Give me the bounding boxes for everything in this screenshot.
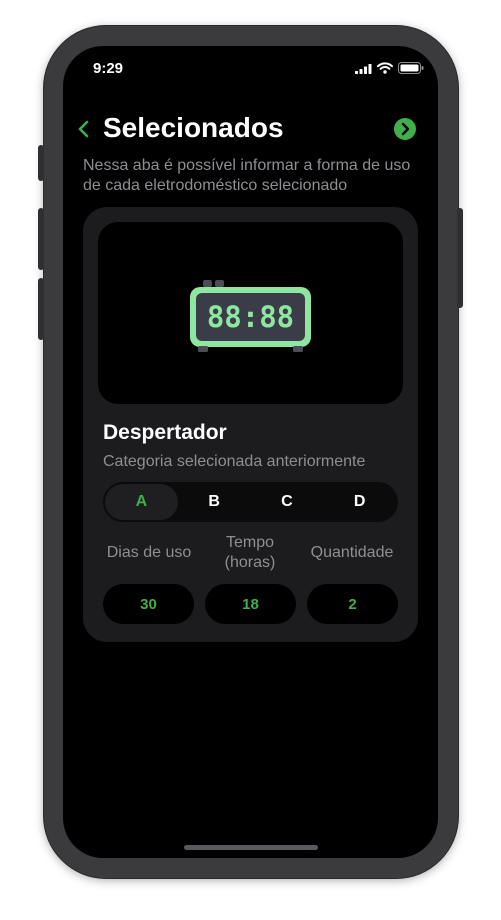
- category-caption: Categoria selecionada anteriormente: [103, 453, 366, 470]
- volume-up-button: [38, 208, 44, 270]
- digital-clock-icon: 88:88: [190, 280, 311, 352]
- category-segment-c[interactable]: C: [251, 484, 324, 520]
- power-button: [457, 208, 463, 308]
- chevron-right-circle-icon[interactable]: [394, 118, 416, 140]
- category-segmented-control: A B C D: [103, 482, 398, 522]
- days-of-use-label: Dias de uso: [106, 544, 192, 561]
- status-icons: [355, 61, 424, 79]
- page-subtitle: Nessa aba é possível informar a forma de…: [83, 157, 411, 194]
- category-segment-a[interactable]: A: [105, 484, 178, 520]
- signal-icon: [355, 61, 372, 79]
- battery-icon: [398, 61, 424, 79]
- category-segment-d[interactable]: D: [323, 484, 396, 520]
- page-title: Selecionados: [103, 112, 284, 143]
- usage-field-labels: Dias de uso Tempo (horas) Quantidade: [103, 533, 398, 573]
- appliance-image: 88:88: [98, 222, 403, 404]
- appliance-name: Despertador: [103, 421, 227, 444]
- notch: [149, 46, 355, 76]
- home-indicator[interactable]: [184, 845, 318, 850]
- days-of-use-field[interactable]: 30: [103, 584, 194, 624]
- category-segment-b[interactable]: B: [178, 484, 251, 520]
- quantity-label: Quantidade: [310, 544, 394, 561]
- navigation-bar: Selecionados: [63, 110, 438, 150]
- volume-down-button: [38, 278, 44, 340]
- time-hours-field[interactable]: 18: [205, 584, 296, 624]
- quantity-field[interactable]: 2: [307, 584, 398, 624]
- chevron-left-icon[interactable]: [76, 118, 92, 140]
- usage-values: 30 18 2: [103, 584, 398, 624]
- time-hours-label: Tempo (horas): [224, 534, 276, 571]
- clock-digits: 88:88: [207, 300, 294, 334]
- status-time: 9:29: [93, 60, 124, 77]
- wifi-icon: [377, 61, 393, 79]
- appliance-card: 88:88 Despertador Categoria selecionada …: [83, 207, 418, 642]
- mute-switch: [38, 145, 44, 181]
- screen: 9:29 Selecionados Nessa aba é possível i…: [63, 46, 438, 858]
